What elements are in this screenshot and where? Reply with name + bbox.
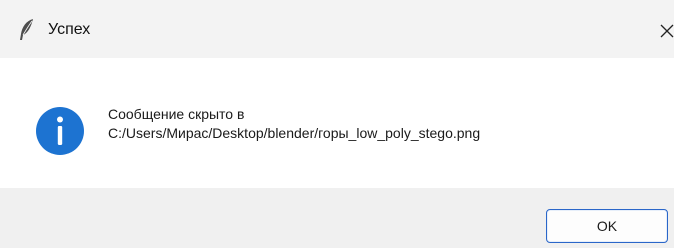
title-bar[interactable]: Успех	[0, 0, 674, 58]
button-bar: OK	[0, 188, 674, 248]
message-text: Сообщение скрыто в C:/Users/Мирас/Deskto…	[108, 105, 480, 143]
message-line-1: Сообщение скрыто в	[108, 106, 245, 122]
ok-button[interactable]: OK	[546, 209, 668, 243]
dialog-content: Сообщение скрыто в C:/Users/Мирас/Deskto…	[0, 58, 674, 188]
message-line-2: C:/Users/Мирас/Desktop/blender/горы_low_…	[108, 125, 481, 141]
feather-icon	[17, 18, 37, 42]
close-button[interactable]	[656, 15, 674, 45]
window-title: Успех	[48, 21, 91, 38]
close-icon	[660, 24, 674, 38]
message-dialog: Успех Сообщение скрыто в C:/Users/Мирас/…	[0, 0, 674, 248]
info-icon	[35, 106, 85, 156]
